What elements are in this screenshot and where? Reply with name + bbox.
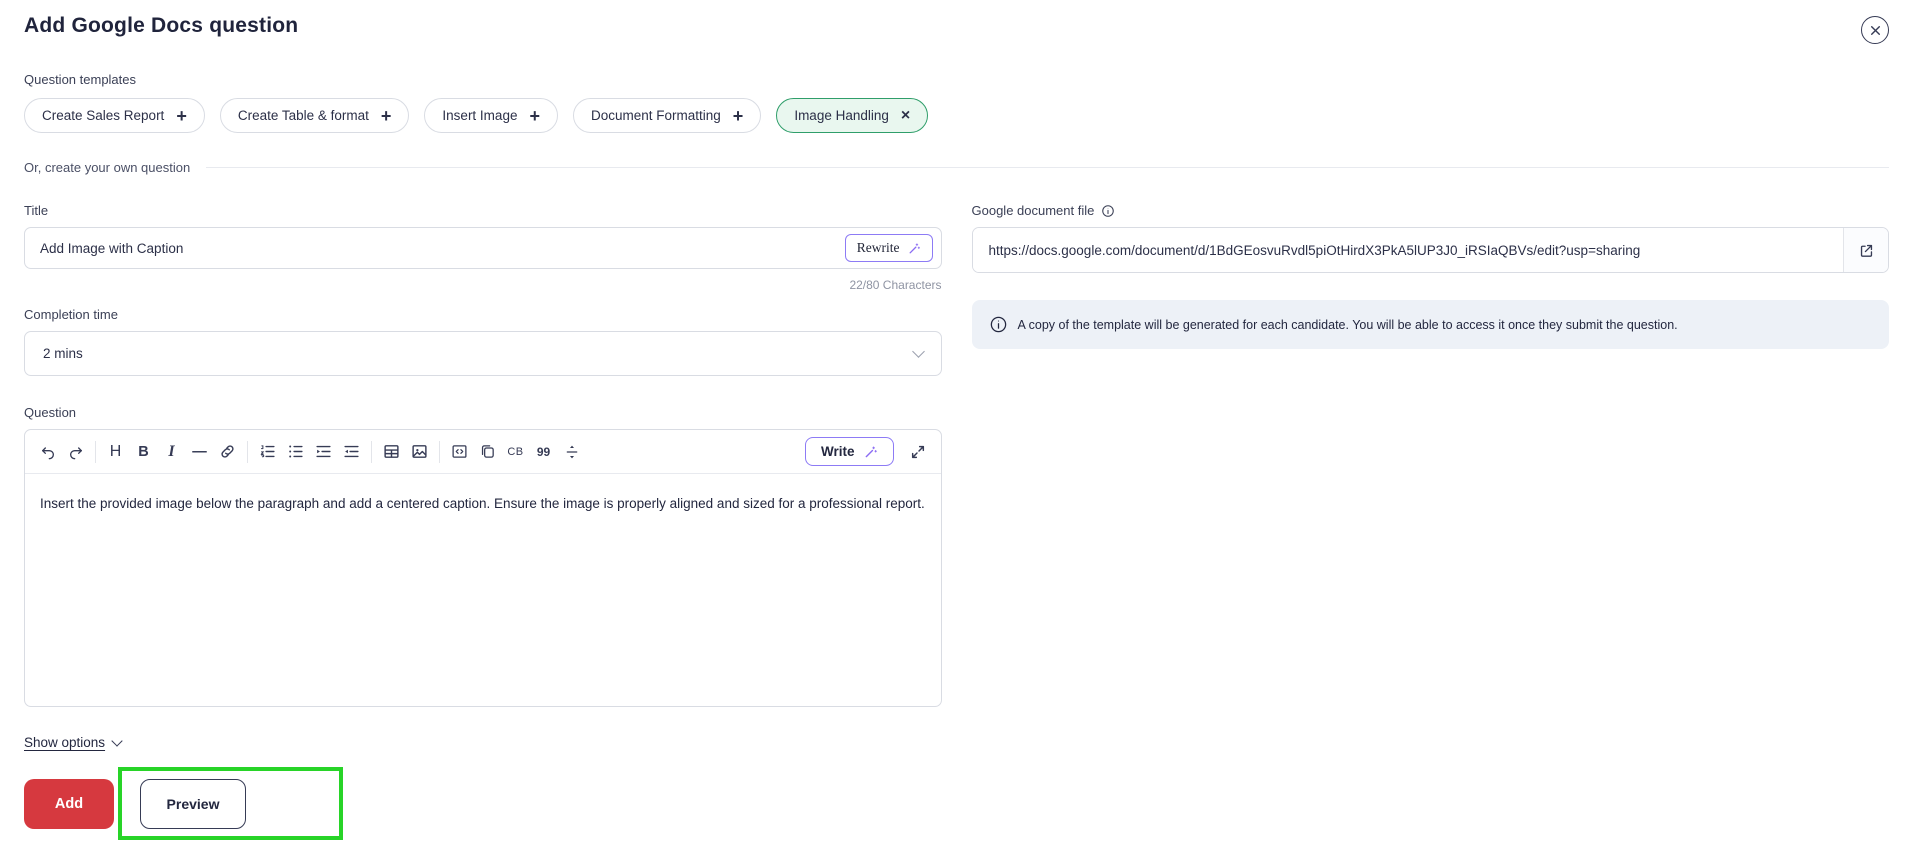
template-chip-document-formatting[interactable]: Document Formatting + <box>572 98 762 133</box>
write-button[interactable]: Write <box>804 437 894 466</box>
footer-actions: Add Preview <box>24 767 942 840</box>
insert-image-icon[interactable] <box>407 439 432 465</box>
completion-time-value: 2 mins <box>43 346 83 361</box>
question-label: Question <box>24 405 77 420</box>
info-icon <box>1102 204 1115 217</box>
own-question-divider: Or, create your own question <box>24 160 1889 175</box>
right-column: Google document file A copy of the templ… <box>971 203 1890 840</box>
chip-label: Image Handling <box>794 108 889 123</box>
modal-header: Add Google Docs question <box>24 14 1889 44</box>
google-doc-url-input[interactable] <box>972 228 1843 272</box>
completion-time-label: Completion time <box>24 307 118 322</box>
template-chip-create-sales-report[interactable]: Create Sales Report + <box>24 98 205 133</box>
question-text-area[interactable]: Insert the provided image below the para… <box>25 474 941 706</box>
question-editor: H B I — CB 99 Write Insert the provided … <box>24 429 942 707</box>
undo-icon[interactable] <box>35 439 60 465</box>
indent-decrease-icon[interactable] <box>339 439 364 465</box>
add-button[interactable]: Add <box>24 778 114 829</box>
plus-icon: + <box>529 105 540 126</box>
highlight-box: Preview <box>118 767 343 840</box>
open-external-button[interactable] <box>1843 228 1888 272</box>
magic-wand-icon <box>865 446 877 457</box>
divider-line <box>206 167 1889 168</box>
template-chips-row: Create Sales Report + Create Table & for… <box>24 98 1889 133</box>
italic-icon[interactable]: I <box>159 439 184 465</box>
template-chip-image-handling-selected[interactable]: Image Handling × <box>776 98 929 133</box>
character-count: 22/80 Characters <box>849 278 942 292</box>
title-input-wrap: Rewrite <box>24 227 942 269</box>
horizontal-rule-icon[interactable]: — <box>187 439 212 465</box>
toolbar-separator <box>95 440 96 463</box>
indent-increase-icon[interactable] <box>311 439 336 465</box>
title-label: Title <box>24 203 49 218</box>
rewrite-button[interactable]: Rewrite <box>844 234 933 262</box>
add-google-docs-question-modal: Add Google Docs question Question templa… <box>0 0 1913 840</box>
table-icon[interactable] <box>379 439 404 465</box>
unordered-list-icon[interactable] <box>283 439 308 465</box>
left-column: Title Rewrite 22/80 Characters Completio… <box>24 203 942 840</box>
toolbar-separator <box>439 440 440 463</box>
copy-icon[interactable] <box>475 439 500 465</box>
redo-icon[interactable] <box>63 439 88 465</box>
fullscreen-icon[interactable] <box>906 439 931 465</box>
code-badge-icon[interactable]: CB <box>503 439 528 465</box>
title-input[interactable] <box>40 240 835 256</box>
template-chip-create-table-format[interactable]: Create Table & format + <box>219 98 410 133</box>
code-block-icon[interactable] <box>447 439 472 465</box>
preview-button[interactable]: Preview <box>140 778 246 829</box>
rewrite-label: Rewrite <box>856 240 900 255</box>
close-icon <box>1870 25 1880 35</box>
own-question-text: Or, create your own question <box>24 160 191 175</box>
bold-icon[interactable]: B <box>131 439 156 465</box>
chip-label: Create Table & format <box>237 108 369 123</box>
plus-icon: + <box>380 105 392 126</box>
template-copy-note: A copy of the template will be generated… <box>971 300 1889 349</box>
form-columns: Title Rewrite 22/80 Characters Completio… <box>24 203 1889 840</box>
close-button[interactable] <box>1861 16 1889 44</box>
chevron-down-icon <box>111 734 123 747</box>
chevron-down-icon <box>911 344 925 358</box>
magic-wand-icon <box>909 242 920 253</box>
chip-label: Insert Image <box>442 108 518 123</box>
external-link-icon <box>1860 244 1872 257</box>
x-icon: × <box>900 106 911 124</box>
google-document-file-label: Google document file <box>972 203 1890 218</box>
show-options-label: Show options <box>24 735 106 750</box>
info-icon <box>990 316 1006 333</box>
expand-vertical-icon[interactable] <box>559 439 584 465</box>
link-icon[interactable] <box>215 439 240 465</box>
plus-icon: + <box>176 105 187 126</box>
heading-icon[interactable]: H <box>103 439 128 465</box>
editor-toolbar: H B I — CB 99 Write <box>25 430 941 474</box>
toolbar-separator <box>371 440 372 463</box>
write-label: Write <box>820 444 855 459</box>
google-doc-url-wrap <box>971 227 1889 273</box>
chip-label: Create Sales Report <box>42 108 165 123</box>
note-text: A copy of the template will be generated… <box>1017 317 1678 332</box>
question-templates-label: Question templates <box>24 72 137 87</box>
chip-label: Document Formatting <box>590 108 721 123</box>
blockquote-icon[interactable]: 99 <box>531 439 556 465</box>
show-options-link[interactable]: Show options <box>24 734 123 750</box>
completion-time-select[interactable]: 2 mins <box>24 331 942 376</box>
plus-icon: + <box>732 105 744 126</box>
page-title: Add Google Docs question <box>24 14 299 37</box>
toolbar-separator <box>247 440 248 463</box>
template-chip-insert-image[interactable]: Insert Image + <box>424 98 558 133</box>
ordered-list-icon[interactable] <box>255 439 280 465</box>
